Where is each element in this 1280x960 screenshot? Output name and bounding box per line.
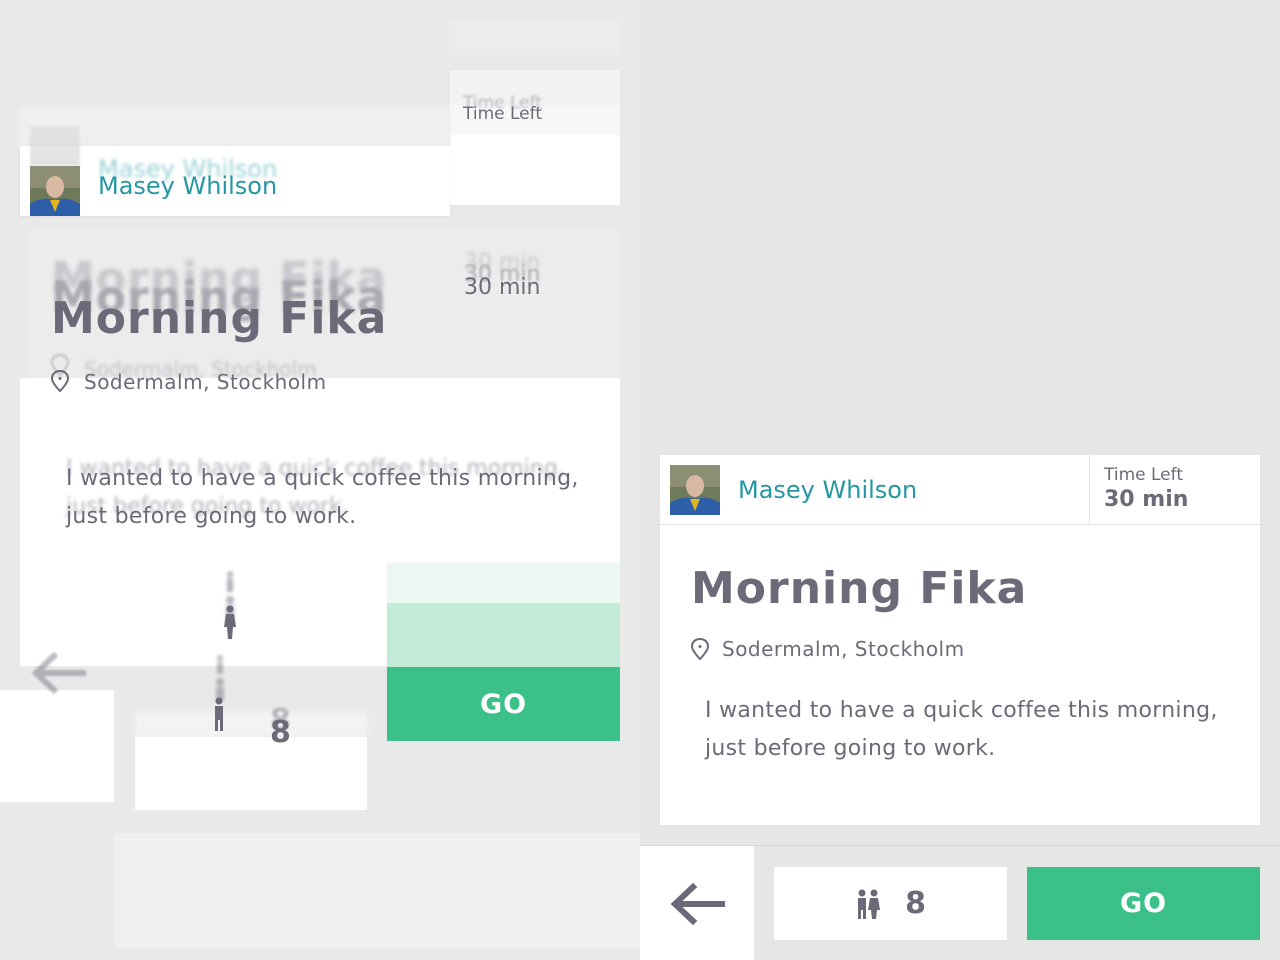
people-count: 8 xyxy=(905,886,926,921)
description-line: just before going to work. xyxy=(705,736,996,761)
ghost-people-box xyxy=(135,737,367,810)
event-location: Sodermalm, Stockholm xyxy=(690,637,965,661)
ghost-header-bg xyxy=(20,108,450,146)
user-name[interactable]: Masey Whilson xyxy=(738,476,917,504)
ghost-event-title: Morning Fika xyxy=(51,293,388,344)
ghost-location: Sodermalm, Stockholm xyxy=(84,370,327,394)
ghost-go-trail xyxy=(387,563,620,603)
ghost-people-count: 8 xyxy=(270,715,291,750)
action-footer: 8 GO xyxy=(640,845,1280,960)
location-text: Sodermalm, Stockholm xyxy=(722,637,965,661)
user-avatar xyxy=(30,166,80,216)
user-avatar[interactable] xyxy=(670,464,720,515)
time-left-label: Time Left xyxy=(1104,465,1183,485)
ghost-go-button: GO xyxy=(387,667,620,741)
ghost-time-panel xyxy=(450,135,620,205)
ghost-user-name: Masey Whilson xyxy=(98,172,278,200)
location-pin-icon xyxy=(690,638,710,660)
description-line: I wanted to have a quick coffee this mor… xyxy=(705,698,1218,723)
ghost-panel xyxy=(450,20,620,55)
person-icon xyxy=(215,697,223,731)
people-icon xyxy=(858,889,881,919)
ghost-description: I wanted to have a quick coffee this mor… xyxy=(66,460,606,536)
left-arrow-icon xyxy=(31,651,86,695)
ghost-description-line: just before going to work. xyxy=(66,504,357,529)
time-left-box: Time Left 30 min xyxy=(1089,455,1260,524)
participants-count: 8 xyxy=(774,867,1007,940)
go-button[interactable]: GO xyxy=(1027,867,1260,940)
ghost-back-box xyxy=(0,690,114,802)
ghost-go-trail xyxy=(387,603,620,667)
time-left-value: 30 min xyxy=(1104,487,1189,512)
event-title: Morning Fika xyxy=(691,563,1028,614)
ghost-time-value: 30 min xyxy=(464,275,541,300)
event-card: Masey Whilson Time Left 30 min Morning F… xyxy=(660,455,1260,825)
location-pin-icon xyxy=(50,370,70,392)
ghost-people-bg xyxy=(135,712,367,737)
person-icon xyxy=(224,605,236,639)
ghost-footer-bg xyxy=(114,833,640,948)
user-row[interactable]: Masey Whilson xyxy=(660,455,1089,524)
ghost-time-label: Time Left xyxy=(463,104,542,124)
ghost-avatar xyxy=(30,126,80,166)
card-header: Masey Whilson Time Left 30 min xyxy=(660,455,1260,525)
back-button[interactable] xyxy=(640,846,754,960)
ghost-description-line: I wanted to have a quick coffee this mor… xyxy=(66,466,579,491)
transition-preview: Time Left Time Left Masey Whilson Masey … xyxy=(0,0,640,960)
left-arrow-icon xyxy=(670,882,725,925)
event-description: I wanted to have a quick coffee this mor… xyxy=(705,692,1235,768)
